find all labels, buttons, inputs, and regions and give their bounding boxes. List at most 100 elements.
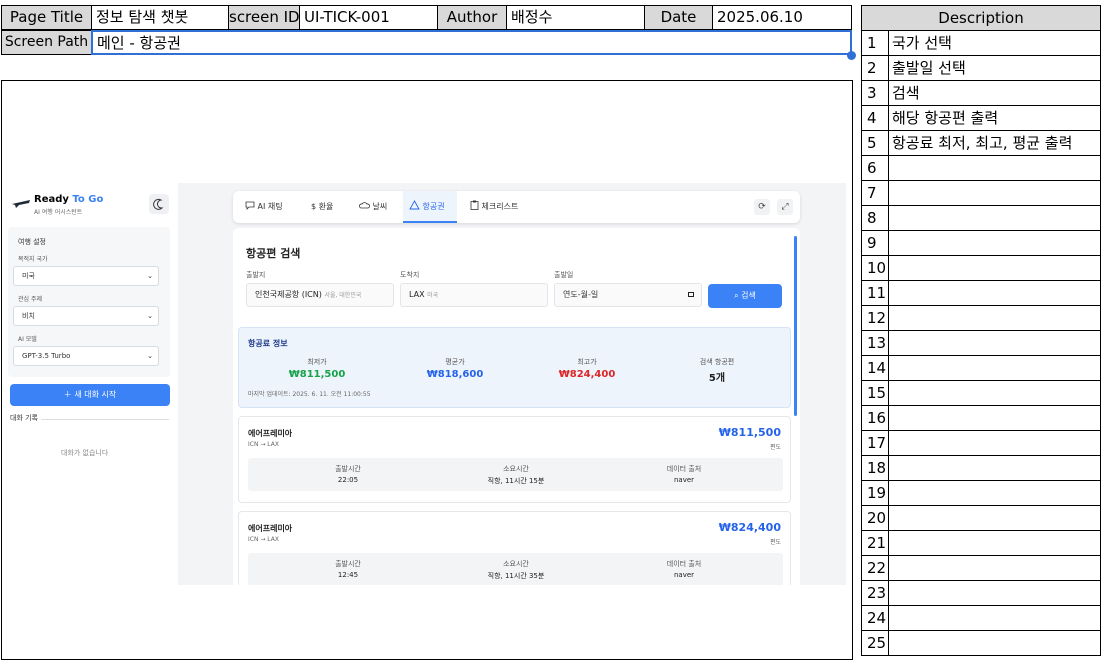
author-label: Author xyxy=(437,5,507,30)
to-input[interactable]: LAX 미국 xyxy=(400,283,548,307)
description-row-number: 22 xyxy=(862,556,889,580)
tab-weather[interactable]: 날씨 xyxy=(359,191,387,223)
scrollbar-thumb[interactable] xyxy=(794,236,797,416)
screen-path[interactable]: 메인 - 항공권 xyxy=(91,30,852,55)
description-row: 12 xyxy=(861,306,1101,331)
theme-toggle-button[interactable] xyxy=(149,194,169,214)
tab-label: AI 채팅 xyxy=(257,202,283,211)
description-row: 9 xyxy=(861,231,1101,256)
clipboard-icon xyxy=(470,200,479,210)
flight-price: ₩811,500 xyxy=(718,426,781,439)
flight-price: ₩824,400 xyxy=(718,521,781,534)
model-label: AI 모델 xyxy=(18,336,37,343)
tab-exchange[interactable]: $ 환율 xyxy=(311,191,333,223)
description-row-number: 20 xyxy=(862,506,889,530)
cloud-icon xyxy=(359,202,370,209)
calendar-icon xyxy=(688,292,694,297)
date-input[interactable]: 연도-월-일 xyxy=(554,283,702,307)
max-price-value: ₩824,400 xyxy=(558,369,616,380)
description-row-number: 23 xyxy=(862,581,889,605)
page-title-label: Page Title xyxy=(1,5,92,30)
app-screenshot: Ready To Go AI 여행 어시스턴트 여행 설정 목적지 국가 미국 … xyxy=(3,183,846,585)
departure-time: 12:45 xyxy=(337,571,359,579)
refresh-button[interactable]: ⟳ xyxy=(754,199,770,215)
departure-label: 출발시간 xyxy=(335,465,361,473)
new-chat-button[interactable]: ＋ 새 대화 시작 xyxy=(10,384,170,406)
duration-label: 소요시간 xyxy=(503,560,529,568)
description-row: 4 해당 항공편 출력 xyxy=(861,106,1101,131)
avg-price-value: ₩818,600 xyxy=(426,369,484,380)
description-row-text: 검색 xyxy=(892,84,920,102)
screen-id-label: screen ID xyxy=(228,5,300,30)
description-row-number: 3 xyxy=(862,81,889,105)
tab-ai-chat[interactable]: AI 채팅 xyxy=(245,191,283,223)
fullscreen-button[interactable]: ⤢ xyxy=(777,199,793,215)
expand-icon: ⤢ xyxy=(781,202,789,212)
from-label: 출발지 xyxy=(246,271,266,279)
dollar-icon: $ xyxy=(311,202,317,211)
brand-togo: To Go xyxy=(72,194,104,205)
search-button-label: 검색 xyxy=(741,291,756,300)
description-row: 13 xyxy=(861,331,1101,356)
min-price-label: 최저가 xyxy=(307,358,327,366)
trip-type: 편도 xyxy=(769,539,781,546)
flight-route: ICN → LAX xyxy=(248,536,279,543)
chevron-down-icon: ⌄ xyxy=(147,272,153,280)
description-row-number: 14 xyxy=(862,356,889,380)
description-row: 2 출발일 선택 xyxy=(861,56,1101,81)
flight-count-value: 5개 xyxy=(708,373,726,384)
plane-icon xyxy=(409,200,420,210)
tab-label: 체크리스트 xyxy=(481,202,519,211)
source-value: naver xyxy=(673,476,695,484)
description-row-number: 19 xyxy=(862,481,889,505)
description-row-number: 16 xyxy=(862,406,889,430)
country-label: 목적지 국가 xyxy=(18,256,48,263)
date: 2025.06.10 xyxy=(712,5,852,30)
scrollbar-track[interactable] xyxy=(793,230,798,585)
tab-checklist[interactable]: 체크리스트 xyxy=(470,191,518,223)
price-info-box: 항공료 정보 최저가 ₩811,500 평균가 ₩818,600 최고가 ₩82… xyxy=(238,327,791,408)
flight-card[interactable]: 에어프레미아 ICN → LAX ₩824,400 편도 출발시간 12:45 … xyxy=(238,511,791,585)
description-row: 10 xyxy=(861,256,1101,281)
tab-label: 항공권 xyxy=(422,202,445,211)
description-row-number: 9 xyxy=(862,231,889,255)
avg-price-label: 평균가 xyxy=(445,358,465,366)
description-row-text: 해당 항공편 출력 xyxy=(892,109,999,127)
search-button[interactable]: ⌕ 검색 xyxy=(708,284,782,308)
min-price-value: ₩811,500 xyxy=(288,369,346,380)
theme-label: 관심 주제 xyxy=(18,296,42,303)
tab-label: 날씨 xyxy=(372,202,388,211)
flight-card[interactable]: 에어프레미아 ICN → LAX ₩811,500 편도 출발시간 22:05 … xyxy=(238,416,791,503)
description-row: 16 xyxy=(861,406,1101,431)
source-label: 데이터 출처 xyxy=(666,465,702,473)
sidebar: Ready To Go AI 여행 어시스턴트 여행 설정 목적지 국가 미국 … xyxy=(3,183,178,585)
airline-name: 에어프레미아 xyxy=(248,429,293,438)
country-value: 미국 xyxy=(22,272,35,280)
description-row: 21 xyxy=(861,531,1101,556)
theme-value: 비치 xyxy=(22,312,35,320)
tab-flights[interactable]: 항공권 xyxy=(403,191,457,223)
description-row-number: 17 xyxy=(862,431,889,455)
moon-icon xyxy=(153,198,164,210)
flight-count-label: 검색 항공편 xyxy=(699,358,735,366)
description-row: 24 xyxy=(861,606,1101,631)
resize-handle[interactable] xyxy=(847,51,856,60)
description-row: 23 xyxy=(861,581,1101,606)
theme-select[interactable]: 비치 ⌄ xyxy=(13,306,159,326)
brand-subtitle: AI 여행 어시스턴트 xyxy=(34,209,83,216)
date-label: 출발일 xyxy=(554,271,574,279)
author: 배정수 xyxy=(506,5,645,30)
description-row-number: 8 xyxy=(862,206,889,230)
source-label: 데이터 출처 xyxy=(666,560,702,568)
from-input[interactable]: 인천국제공항 (ICN) 서울, 대한민국 xyxy=(246,283,394,307)
airline-name: 에어프레미아 xyxy=(248,524,293,533)
description-row-number: 5 xyxy=(862,131,889,155)
airplane-logo-icon xyxy=(12,200,30,208)
country-select[interactable]: 미국 ⌄ xyxy=(13,266,159,286)
description-row-number: 13 xyxy=(862,331,889,355)
description-row: 6 xyxy=(861,156,1101,181)
screen-id: UI-TICK-001 xyxy=(299,5,438,30)
description-row-text: 국가 선택 xyxy=(892,34,952,52)
model-select[interactable]: GPT-3.5 Turbo ⌄ xyxy=(13,346,159,366)
description-row-number: 2 xyxy=(862,56,889,80)
